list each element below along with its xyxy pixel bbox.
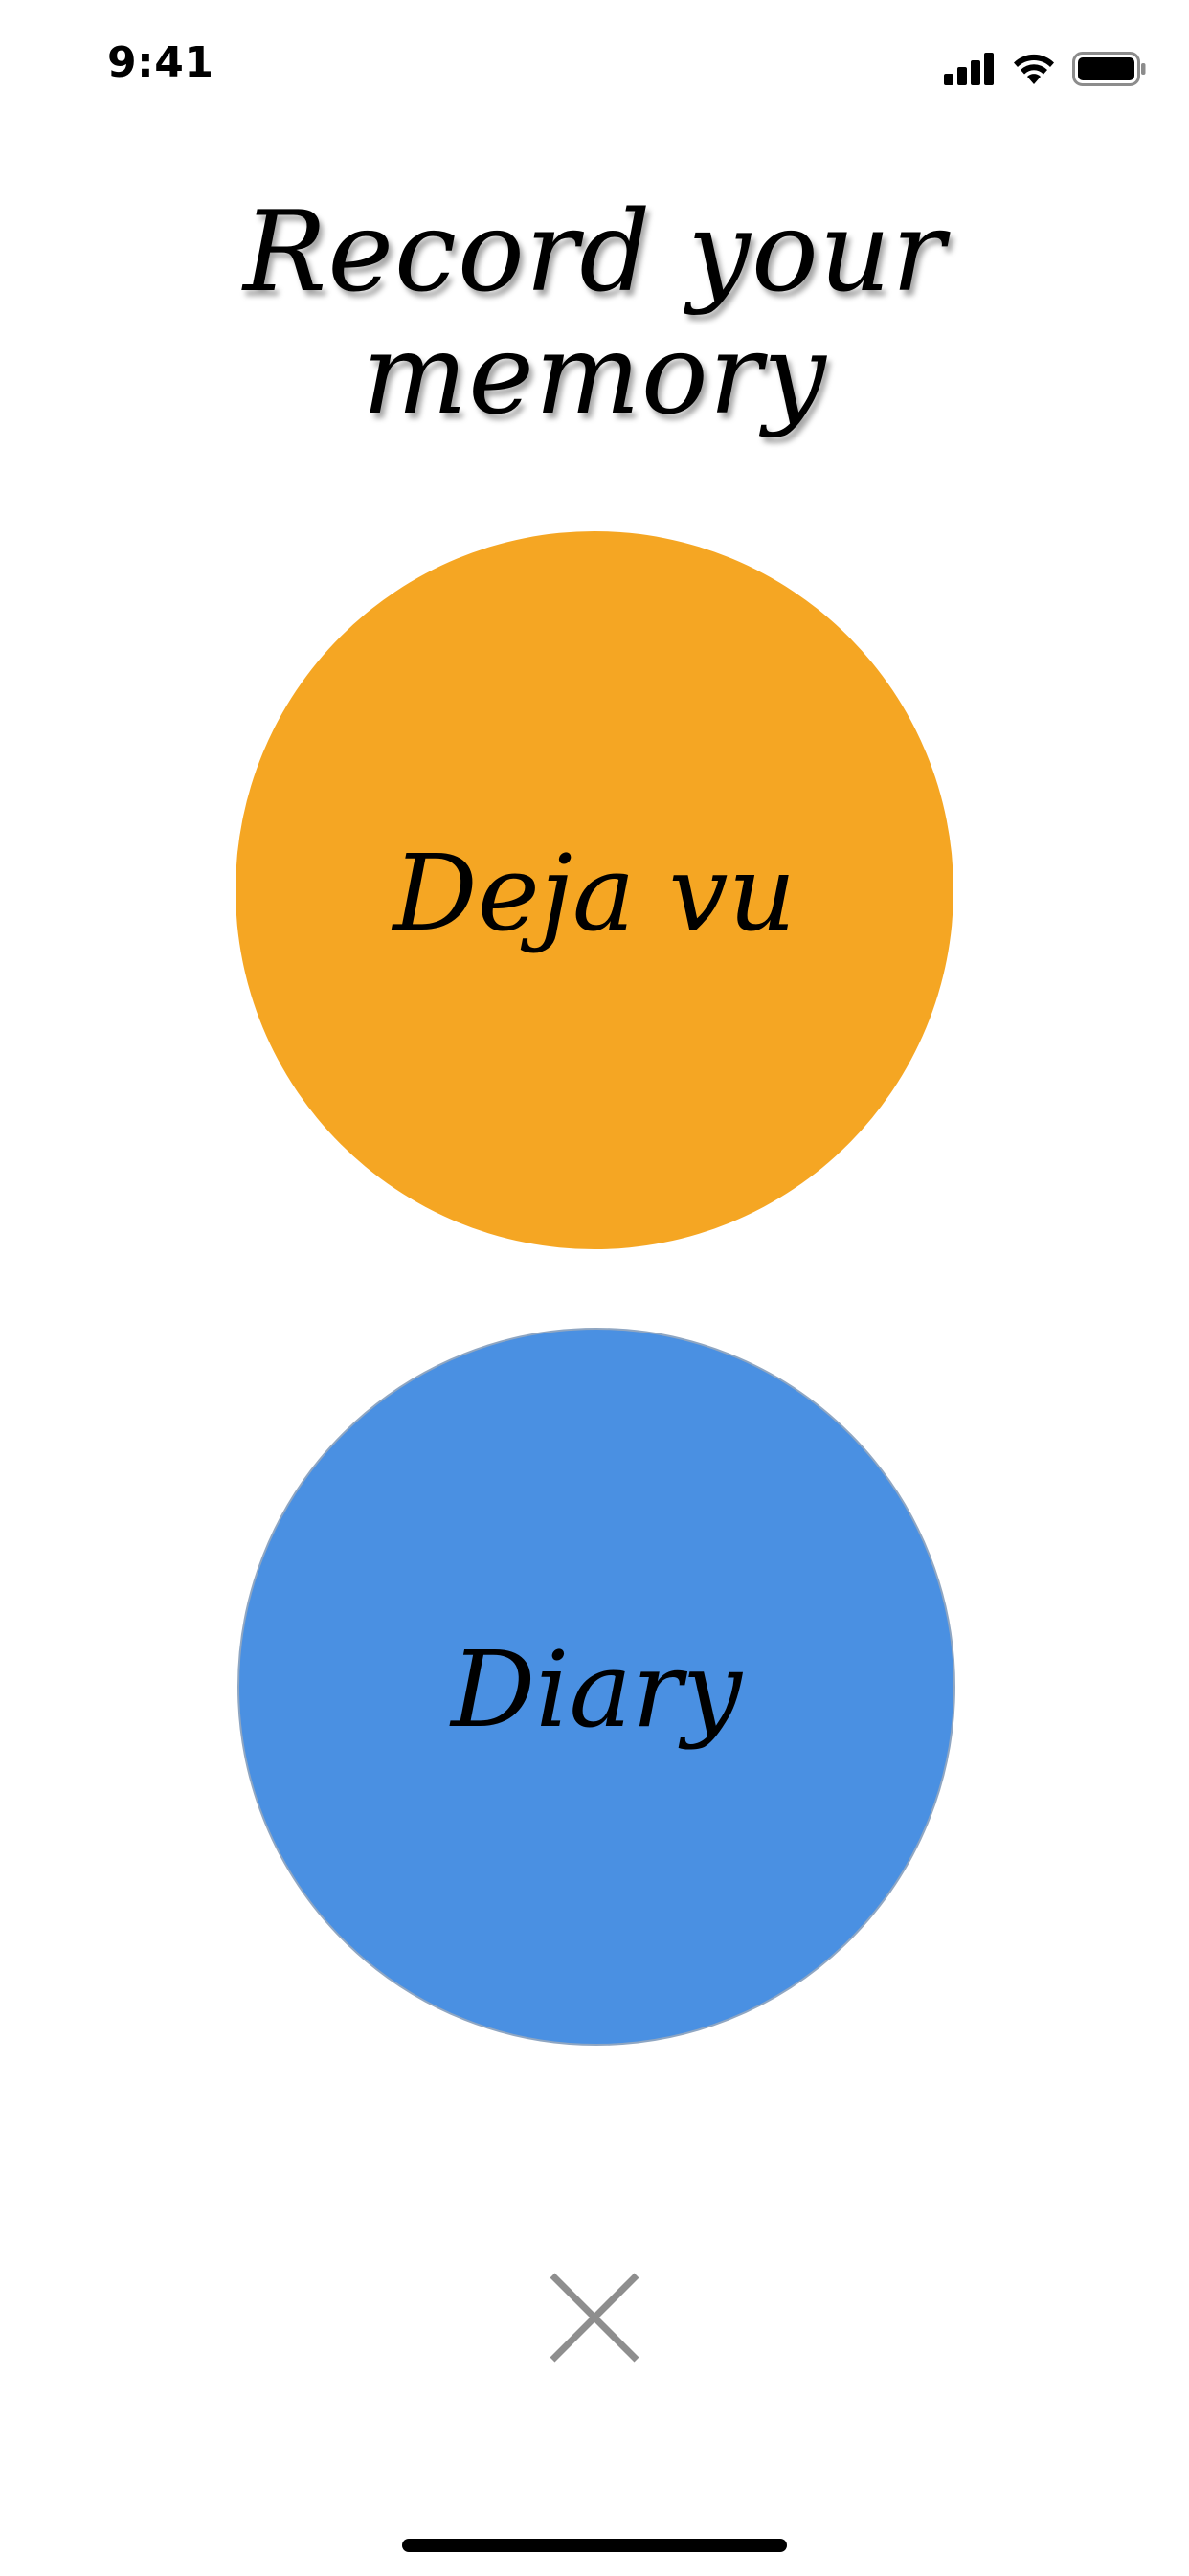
deja-vu-button[interactable]: Deja vu bbox=[236, 531, 953, 1249]
home-indicator[interactable] bbox=[402, 2539, 787, 2552]
battery-icon bbox=[1072, 52, 1147, 86]
deja-vu-label: Deja vu bbox=[393, 832, 796, 954]
diary-button[interactable]: Diary bbox=[237, 1328, 955, 2046]
status-time: 9:41 bbox=[107, 38, 214, 87]
cellular-signal-icon bbox=[944, 53, 996, 85]
close-button[interactable] bbox=[550, 2273, 639, 2363]
record-memory-screen: 9:41 Record your memory Deja vu Diary bbox=[0, 0, 1189, 2576]
page-title: Record your memory bbox=[243, 188, 946, 439]
close-icon bbox=[550, 2273, 639, 2363]
diary-label: Diary bbox=[451, 1628, 742, 1751]
wifi-icon bbox=[1011, 52, 1057, 86]
status-icons bbox=[944, 48, 1147, 90]
